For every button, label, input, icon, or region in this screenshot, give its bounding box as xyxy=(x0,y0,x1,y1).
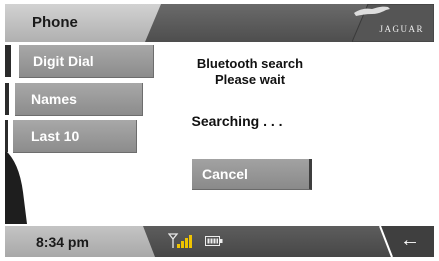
time-display: 8:34 pm xyxy=(36,234,89,250)
phone-tab[interactable]: Phone xyxy=(5,4,175,42)
brand-wordmark: JAGUAR xyxy=(379,24,424,34)
status-text: Searching . . . xyxy=(191,113,283,129)
brand-logo: JAGUAR xyxy=(352,4,434,42)
back-button[interactable]: ← xyxy=(372,226,434,257)
signal-strength-icon xyxy=(168,233,192,248)
page-title: Phone xyxy=(32,14,78,31)
menu-item-names[interactable]: Names xyxy=(5,83,143,116)
menu-item-digit-dial[interactable]: Digit Dial xyxy=(5,45,154,78)
leaper-cat-icon xyxy=(354,6,390,17)
top-bar: Phone JAGUAR xyxy=(5,4,434,42)
menu-item-last-10[interactable]: Last 10 xyxy=(5,120,137,153)
clock: 8:34 pm xyxy=(5,226,155,257)
phone-tab-shape xyxy=(5,4,161,42)
cancel-button[interactable]: Cancel xyxy=(192,159,312,190)
message-line-1: Bluetooth search xyxy=(196,56,304,71)
back-arrow-icon: ← xyxy=(400,229,420,251)
menu-item-edge xyxy=(5,120,8,152)
battery-icon xyxy=(205,236,223,246)
menu-item-edge xyxy=(5,45,11,77)
menu-item-label: Names xyxy=(31,91,77,107)
message-line-2: Please wait xyxy=(214,72,286,87)
bottom-status-bar: 8:34 pm ← xyxy=(5,226,434,257)
menu-item-edge xyxy=(5,83,9,115)
phone-screen: Phone JAGUAR Digit Dial Names Last 10 Bl… xyxy=(5,4,434,257)
cancel-label: Cancel xyxy=(202,166,248,182)
menu-item-label: Last 10 xyxy=(31,128,80,144)
menu-item-label: Digit Dial xyxy=(33,53,94,69)
